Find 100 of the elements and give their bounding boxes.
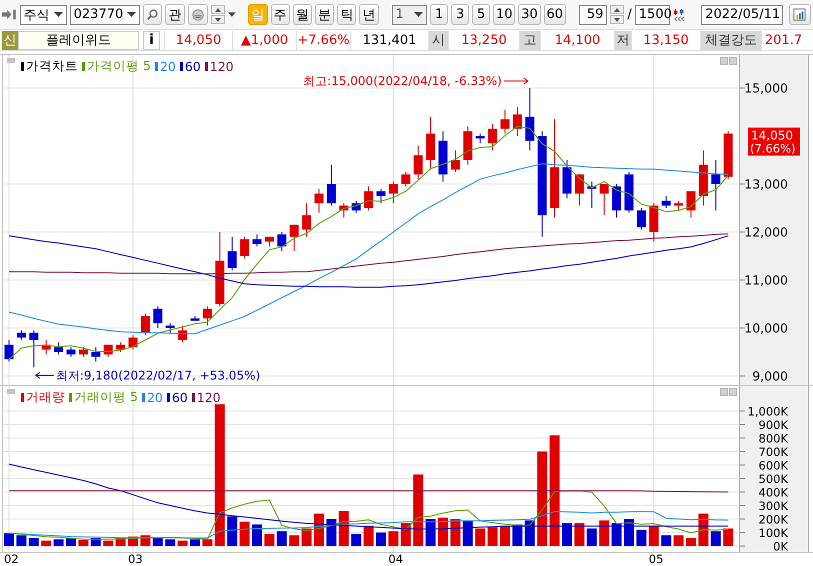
candlestick — [302, 202, 312, 238]
axis-label: 13,000 — [744, 176, 788, 192]
spin-up-button[interactable] — [210, 5, 225, 14]
candlestick — [512, 106, 522, 136]
axis-label: 03 — [128, 552, 143, 566]
volume-bar — [165, 539, 176, 546]
volume-bar — [178, 540, 188, 546]
candlestick — [290, 224, 299, 252]
count-field[interactable]: 59 — [578, 4, 608, 24]
watch-button[interactable]: 관 — [165, 4, 185, 25]
candlestick — [450, 150, 460, 172]
pane-handle-icon[interactable] — [7, 58, 15, 63]
info-button[interactable]: i — [143, 30, 160, 50]
chart-title: 가격차트 — [26, 58, 78, 75]
interval-button[interactable]: 3 — [451, 4, 470, 25]
market-dropdown[interactable]: 주식 — [20, 4, 67, 24]
axis-label: 11,000 — [744, 272, 788, 288]
volume-bar — [227, 516, 238, 546]
period-tab[interactable]: 년 — [359, 4, 379, 25]
bar-chart-icon[interactable] — [793, 6, 807, 22]
spin-down-button[interactable] — [210, 15, 225, 24]
volume-bar — [240, 522, 250, 546]
candlestick — [91, 346, 100, 362]
candlestick — [202, 306, 212, 326]
candle-scroll-icon[interactable] — [672, 6, 685, 22]
axis-label: 1,000K — [748, 404, 788, 418]
caret-icon[interactable] — [228, 12, 236, 18]
total-field[interactable]: 1500 — [634, 4, 670, 24]
period-tab[interactable]: 분 — [315, 4, 334, 25]
minute-dropdown[interactable]: 1 — [392, 4, 428, 24]
candlestick — [401, 172, 410, 187]
candlestick — [339, 202, 348, 218]
candlestick — [178, 325, 188, 343]
candlestick — [16, 330, 26, 340]
volume-bar — [54, 539, 64, 546]
candlestick — [388, 181, 398, 204]
candlestick — [488, 124, 498, 151]
search-button[interactable] — [143, 4, 162, 25]
candlestick — [476, 133, 485, 144]
volume-bar — [314, 514, 324, 546]
spin-down-button[interactable] — [610, 15, 624, 24]
circle-icon[interactable] — [192, 8, 204, 22]
search-icon[interactable] — [147, 8, 158, 21]
quote-label: 체결강도 — [700, 30, 761, 50]
volume-bar — [426, 519, 436, 546]
period-tab[interactable]: 주 — [270, 4, 290, 25]
volume-bar — [41, 540, 52, 546]
candlestick — [54, 342, 64, 355]
volume-bar — [562, 523, 572, 546]
caret-icon[interactable] — [54, 12, 63, 18]
stock-code-field[interactable]: 023770 — [70, 4, 140, 24]
volume-bar — [202, 539, 212, 546]
candlestick — [277, 232, 286, 252]
axis-label: 700K — [758, 445, 788, 459]
axis-label: 100K — [758, 526, 788, 540]
interval-button[interactable]: 1 — [430, 4, 448, 25]
candlestick — [104, 344, 113, 358]
axis-label: 10,000 — [744, 320, 788, 336]
interval-button[interactable]: 10 — [493, 4, 516, 25]
quote-value: 14,050 — [164, 30, 232, 50]
volume-bar — [400, 523, 411, 546]
candlestick — [426, 116, 436, 170]
period-tab[interactable]: 틱 — [337, 4, 356, 25]
volume-bar — [190, 539, 200, 546]
stock-name-field[interactable]: 플레이위드 — [18, 30, 139, 50]
legend-label: 20 — [146, 390, 163, 405]
chart-window-button[interactable] — [789, 4, 811, 25]
candlestick — [314, 188, 324, 214]
last-price-tag: 14,050 (7.66%) — [748, 128, 800, 156]
volume-bar — [264, 534, 274, 546]
candlestick — [29, 330, 38, 368]
candlestick — [463, 126, 472, 166]
legend-label: 120 — [196, 390, 221, 405]
volume-bar — [661, 535, 672, 546]
legend-label: 60 — [172, 390, 188, 405]
quote-label: 시 — [428, 30, 448, 50]
interval-button[interactable]: 5 — [472, 4, 490, 25]
spin-up-button[interactable] — [610, 5, 624, 14]
volume-bar — [723, 528, 734, 546]
candlestick — [364, 186, 374, 211]
volume-bar — [302, 528, 312, 546]
interval-button[interactable]: 30 — [518, 4, 541, 25]
volume-bar — [475, 528, 486, 546]
volume-bar — [524, 520, 535, 546]
axis-label: 15,000 — [744, 80, 788, 96]
pane-handle-icon[interactable] — [7, 389, 15, 394]
caret-icon[interactable] — [414, 12, 424, 18]
round-button[interactable] — [188, 4, 208, 25]
arrow-bar-icon[interactable] — [2, 8, 17, 21]
date-dropdown[interactable]: 2022/05/11 — [701, 4, 784, 24]
volume-bar — [103, 540, 114, 546]
quote-value: +7.66% — [296, 30, 350, 50]
caret-icon[interactable] — [127, 12, 136, 18]
candlestick — [153, 306, 162, 328]
volume-bar — [351, 534, 362, 546]
interval-button[interactable]: 60 — [544, 4, 566, 25]
volume-bar — [364, 526, 374, 546]
volume-bar — [648, 526, 659, 546]
legend-label: 60 — [184, 59, 201, 74]
period-tab[interactable]: 월 — [292, 4, 312, 25]
